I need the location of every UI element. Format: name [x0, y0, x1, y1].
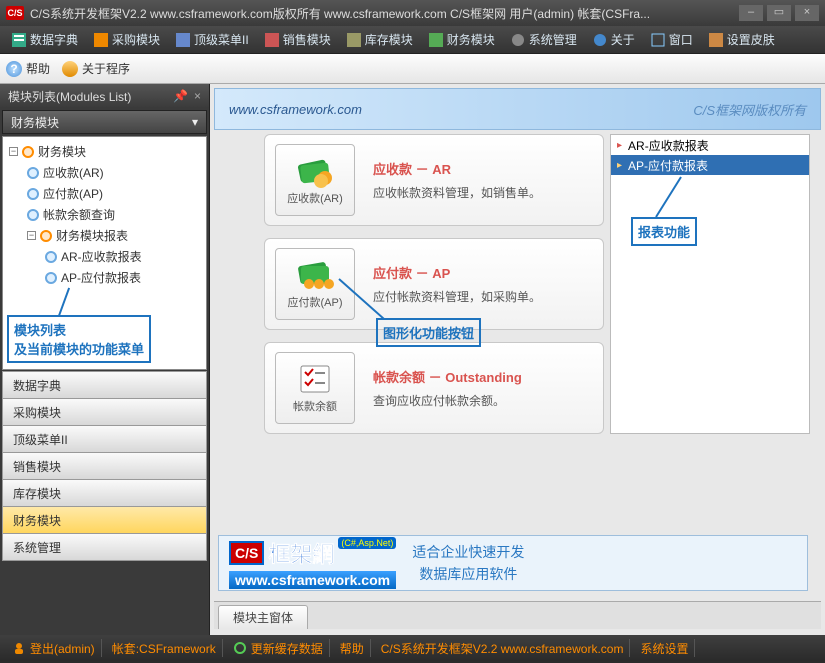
box-icon — [347, 33, 361, 47]
sb-help[interactable]: 帮助 — [334, 639, 371, 657]
card-balance-button[interactable]: 帐款余额 — [275, 352, 355, 424]
acc-sales[interactable]: 销售模块 — [2, 452, 207, 480]
menu-data-dict[interactable]: 数据字典 — [4, 26, 86, 53]
help-button[interactable]: ? 帮助 — [6, 60, 50, 77]
money-stack-icon — [295, 154, 335, 188]
module-combo[interactable]: 财务模块 ▾ — [2, 110, 207, 134]
annotation-line — [58, 288, 70, 317]
sidebar-title: 模块列表(Modules List) 📌× — [0, 84, 209, 108]
tree-node-reports[interactable]: −财务模块报表 — [5, 225, 204, 246]
sb-account[interactable]: 帐套:CSFramework — [106, 639, 223, 657]
tab-main-window[interactable]: 模块主窗体 — [218, 605, 308, 629]
checklist-icon — [295, 362, 335, 396]
footer-banner: C/S 框架網 (C#,Asp.Net) www.csframework.com… — [218, 535, 808, 591]
money-icon — [429, 33, 443, 47]
titlebar: C/S C/S系统开发框架V2.2 www.csframework.com版权所… — [0, 0, 825, 26]
help-icon: ? — [6, 61, 22, 77]
accordion: 数据字典 采购模块 顶级菜单II 销售模块 库存模块 财务模块 系统管理 — [2, 372, 207, 561]
statusbar: 登出(admin) 帐套:CSFramework 更新缓存数据 帮助 C/S系统… — [0, 635, 825, 661]
report-ap[interactable]: ▸AP-应付款报表 — [611, 155, 809, 175]
card-balance: 帐款余额 帐款余额 － Outstanding 查询应收应付帐款余额。 — [264, 342, 604, 434]
annotation-module-list: 模块列表 及当前模块的功能菜单 — [7, 315, 151, 363]
acc-purchase[interactable]: 采购模块 — [2, 398, 207, 426]
refresh-icon — [233, 641, 247, 655]
sb-version: C/S系统开发框架V2.2 www.csframework.com — [375, 639, 631, 657]
banner-url[interactable]: www.csframework.com — [229, 571, 396, 589]
money-people-icon — [295, 258, 335, 292]
skin-icon — [709, 33, 723, 47]
user-icon — [12, 641, 26, 655]
tree-node-ap-report[interactable]: AP-应付款报表 — [5, 267, 204, 288]
annotation-line-icon — [334, 274, 394, 324]
sidebar: 模块列表(Modules List) 📌× 财务模块 ▾ −财务模块 应收款(A… — [0, 84, 210, 635]
card-ap-desc: 应付帐款资料管理，如采购单。 — [373, 288, 541, 305]
menubar: 数据字典 采购模块 顶级菜单II 销售模块 库存模块 财务模块 系统管理 关于 … — [0, 26, 825, 54]
tree-node-ar[interactable]: 应收款(AR) — [5, 162, 204, 183]
annotation-report: 报表功能 — [631, 217, 697, 246]
banner-cs-badge: C/S — [229, 541, 264, 565]
tree-root[interactable]: −财务模块 — [5, 141, 204, 162]
window-title: C/S系统开发框架V2.2 www.csframework.com版权所有 ww… — [30, 5, 739, 22]
chevron-down-icon: ▾ — [192, 115, 198, 129]
banner-slogan: 适合企业快速开发 数据库应用软件 — [412, 541, 524, 586]
menu-window[interactable]: 窗口 — [643, 26, 701, 53]
toolbar: ? 帮助 关于程序 — [0, 54, 825, 84]
tree-node-ap[interactable]: 应付款(AP) — [5, 183, 204, 204]
card-ar-desc: 应收帐款资料管理，如销售单。 — [373, 184, 541, 201]
menu-icon — [176, 33, 190, 47]
card-balance-title: 帐款余额 － Outstanding — [373, 367, 522, 386]
acc-finance[interactable]: 财务模块 — [2, 506, 207, 534]
app-icon: C/S — [6, 6, 24, 20]
card-ap-title: 应付款 － AP — [373, 263, 541, 282]
info-icon — [593, 33, 607, 47]
menu-purchase[interactable]: 采购模块 — [86, 26, 168, 53]
menu-system[interactable]: 系统管理 — [503, 26, 585, 53]
banner-name: 框架網 — [268, 537, 334, 569]
main-header: www.csframework.com C/S框架网版权所有 — [214, 88, 821, 130]
sales-icon — [265, 33, 279, 47]
menu-stock[interactable]: 库存模块 — [339, 26, 421, 53]
report-panel: ▸AR-应收款报表 ▸AP-应付款报表 报表功能 — [610, 134, 810, 434]
about-icon — [62, 61, 78, 77]
acc-system[interactable]: 系统管理 — [2, 533, 207, 561]
menu-sales[interactable]: 销售模块 — [257, 26, 339, 53]
about-button[interactable]: 关于程序 — [62, 60, 130, 77]
module-tree: −财务模块 应收款(AR) 应付款(AP) 帐款余额查询 −财务模块报表 AR-… — [2, 136, 207, 370]
window-icon — [651, 33, 665, 47]
report-ar[interactable]: ▸AR-应收款报表 — [611, 135, 809, 155]
acc-data-dict[interactable]: 数据字典 — [2, 371, 207, 399]
tab-strip: 模块主窗体 — [214, 601, 821, 629]
sidebar-close-icon[interactable]: × — [194, 89, 201, 103]
tree-node-ar-report[interactable]: AR-应收款报表 — [5, 246, 204, 267]
card-ar: 应收款(AR) 应收款 － AR 应收帐款资料管理，如销售单。 — [264, 134, 604, 226]
card-ar-button[interactable]: 应收款(AR) — [275, 144, 355, 216]
card-ap: 应付款(AP) 应付款 － AP 应付帐款资料管理，如采购单。 — [264, 238, 604, 330]
acc-top2[interactable]: 顶级菜单II — [2, 425, 207, 453]
sb-refresh[interactable]: 更新缓存数据 — [227, 639, 330, 657]
header-url[interactable]: www.csframework.com — [229, 102, 362, 117]
banner-tech-badge: (C#,Asp.Net) — [338, 537, 396, 549]
maximize-button[interactable]: ▭ — [767, 5, 791, 21]
card-balance-desc: 查询应收应付帐款余额。 — [373, 392, 522, 409]
annotation-line2-icon — [651, 175, 691, 220]
menu-about[interactable]: 关于 — [585, 26, 643, 53]
gear-icon — [511, 33, 525, 47]
menu-top2[interactable]: 顶级菜单II — [168, 26, 257, 53]
card-ar-title: 应收款 － AR — [373, 159, 541, 178]
main-area: www.csframework.com C/S框架网版权所有 应收款(AR) 应… — [210, 84, 825, 635]
minimize-button[interactable]: – — [739, 5, 763, 21]
sb-settings[interactable]: 系统设置 — [634, 639, 695, 657]
sb-logout[interactable]: 登出(admin) — [6, 639, 102, 657]
data-icon — [12, 33, 26, 47]
close-button[interactable]: × — [795, 5, 819, 21]
pin-icon[interactable]: 📌 — [173, 89, 188, 103]
menu-finance[interactable]: 财务模块 — [421, 26, 503, 53]
cards-panel: 应收款(AR) 应收款 － AR 应收帐款资料管理，如销售单。 应付款(AP) … — [264, 134, 604, 446]
tree-node-balance[interactable]: 帐款余额查询 — [5, 204, 204, 225]
header-watermark: C/S框架网版权所有 — [693, 100, 806, 119]
acc-stock[interactable]: 库存模块 — [2, 479, 207, 507]
menu-skin[interactable]: 设置皮肤 — [701, 26, 783, 53]
cart-icon — [94, 33, 108, 47]
